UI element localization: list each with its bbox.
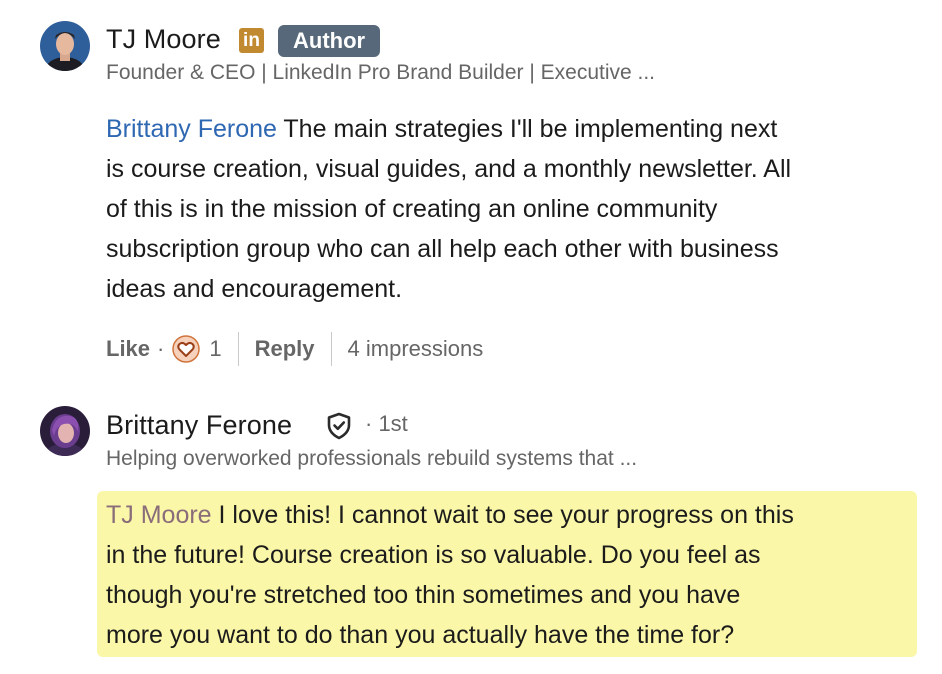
comment-text-line: The main strategies I'll be implementing… xyxy=(276,115,778,143)
shield-check-icon xyxy=(324,411,354,441)
avatar-brittany-ferone[interactable] xyxy=(40,406,90,456)
comment-body-2: TJ Moore I love this! I cannot wait to s… xyxy=(106,495,916,655)
comment-text-line: is course creation, visual guides, and a… xyxy=(106,155,792,183)
linkedin-icon: in xyxy=(239,28,264,53)
author-name-tj-moore[interactable]: TJ Moore xyxy=(106,24,221,55)
divider xyxy=(237,332,239,366)
reply-button[interactable]: Reply xyxy=(255,336,315,362)
headline-tj-moore: Founder & CEO | LinkedIn Pro Brand Build… xyxy=(106,61,656,84)
avatar-tj-moore[interactable] xyxy=(40,21,90,71)
impressions-count: 4 impressions xyxy=(347,336,484,361)
comment-body-1: Brittany Ferone The main strategies I'll… xyxy=(106,109,926,309)
heart-reaction-icon[interactable] xyxy=(172,335,201,363)
comment-text-line: I love this! I cannot wait to see your p… xyxy=(211,501,794,529)
headline-brittany-ferone: Helping overworked professionals rebuild… xyxy=(106,447,638,470)
comment-actions-bar: Like · 1 Reply 4 impressions xyxy=(106,331,483,367)
comment-text-line: more you want to do than you actually ha… xyxy=(106,621,735,649)
divider xyxy=(330,332,332,366)
comment-text-line: in the future! Course creation is so val… xyxy=(106,541,761,569)
separator-dot: · xyxy=(157,336,165,361)
author-badge: Author xyxy=(278,25,381,57)
connection-degree: · 1st xyxy=(365,411,408,436)
like-button[interactable]: Like xyxy=(106,336,150,362)
mention-brittany-ferone[interactable]: Brittany Ferone xyxy=(106,115,277,143)
author-name-brittany-ferone[interactable]: Brittany Ferone xyxy=(106,410,292,441)
comment-text-line: ideas and encouragement. xyxy=(106,275,403,303)
comment-text-line: subscription group who can all help each… xyxy=(106,235,779,263)
mention-tj-moore[interactable]: TJ Moore xyxy=(106,501,212,529)
reaction-count[interactable]: 1 xyxy=(209,336,221,362)
comment-text-line: though you're stretched too thin sometim… xyxy=(106,581,741,609)
comment-text-line: of this is in the mission of creating an… xyxy=(106,195,718,223)
